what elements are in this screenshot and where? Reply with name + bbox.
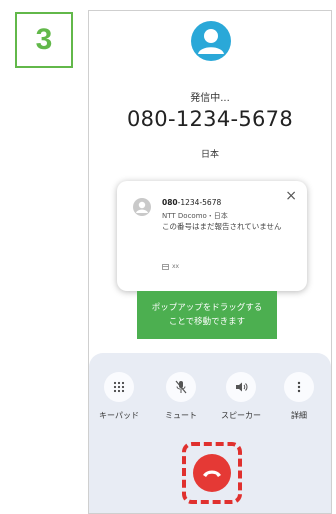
more-vert-icon — [284, 372, 314, 402]
caller-avatar-icon — [191, 21, 231, 61]
phone-screen: 発信中... 080-1234-5678 日本 × 080-1234-5678 … — [88, 10, 332, 514]
popup-report-message: この番号はまだ報告されていません — [162, 222, 282, 231]
caller-phone-number: 080-1234-5678 — [126, 107, 294, 131]
tooltip-line-2: ことで移動できます — [168, 317, 246, 327]
popup-avatar-icon — [133, 198, 151, 216]
hangup-icon — [203, 470, 221, 477]
keypad-icon — [104, 372, 134, 402]
caller-info-popup[interactable]: × 080-1234-5678 NTT Docomo・日本 この番号はまだ報告さ… — [117, 181, 307, 291]
popup-phone-number: 080-1234-5678 — [162, 198, 221, 207]
keypad-button[interactable]: キーパッド — [89, 372, 149, 421]
popup-footer: xx — [162, 263, 179, 270]
speaker-icon — [226, 372, 256, 402]
popup-close-icon[interactable]: × — [285, 189, 297, 203]
more-label: 詳細 — [291, 411, 307, 420]
call-control-panel: キーパッド ミュート スピーカー 詳細 — [89, 353, 331, 513]
popup-number-prefix: 080 — [162, 198, 178, 207]
drag-hint-tooltip: ポップアップをドラッグする ことで移動できます — [137, 291, 277, 339]
mute-label: ミュート — [165, 411, 197, 420]
popup-footer-label: xx — [172, 263, 180, 270]
speaker-button[interactable]: スピーカー — [211, 372, 271, 421]
end-call-button[interactable] — [193, 454, 231, 492]
speaker-label: スピーカー — [221, 411, 261, 420]
more-button[interactable]: 詳細 — [269, 372, 329, 421]
tooltip-line-1: ポップアップをドラッグする — [151, 303, 263, 313]
popup-carrier: NTT Docomo・日本 — [162, 212, 228, 220]
keypad-label: キーパッド — [99, 411, 139, 420]
popup-number-rest: -1234-5678 — [177, 198, 222, 207]
call-status-text: 発信中... — [190, 93, 230, 104]
mic-off-icon — [166, 372, 196, 402]
caller-region: 日本 — [200, 150, 219, 160]
popup-footer-icon — [162, 263, 169, 270]
step-number-badge: 3 — [15, 12, 73, 68]
mute-button[interactable]: ミュート — [151, 372, 211, 421]
